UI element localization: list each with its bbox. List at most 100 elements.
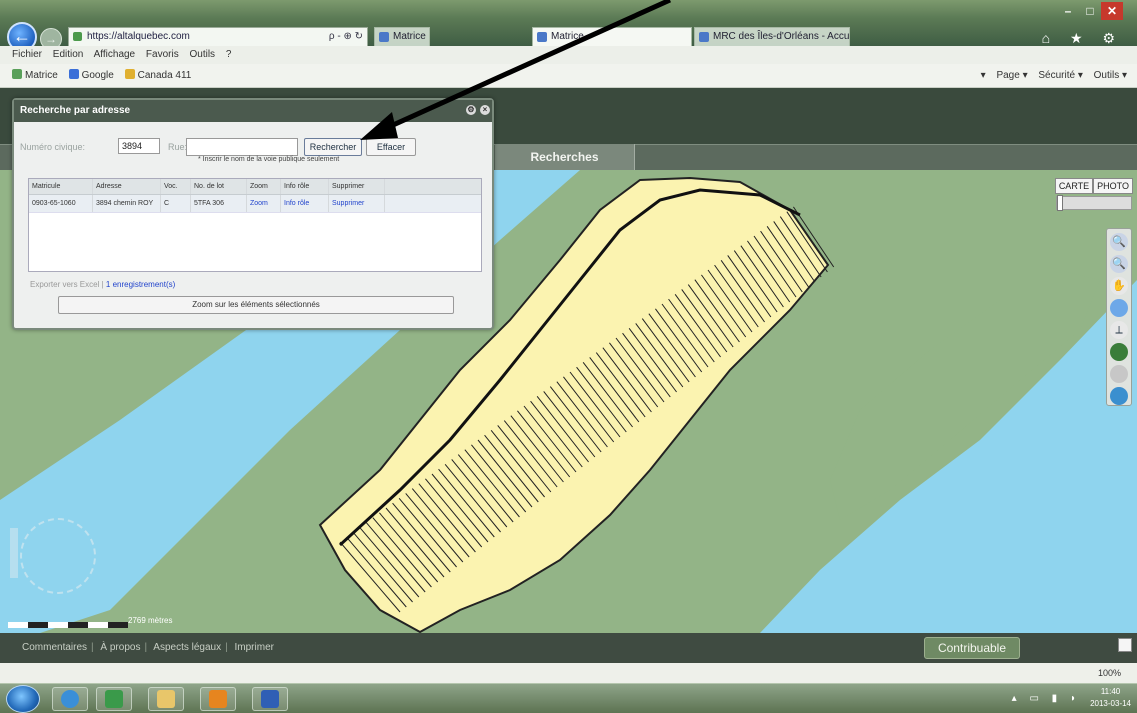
fullscreen-icon[interactable] [1118, 638, 1132, 652]
col-adresse[interactable]: Adresse [93, 179, 161, 194]
taskbar-outlook[interactable] [200, 687, 236, 711]
results-table: Matricule Adresse Voc. No. de lot Zoom I… [28, 178, 482, 272]
panel-footer: Exporter vers Excel | 1 enregistrement(s… [30, 280, 176, 289]
civic-number-input[interactable]: 3894 [118, 138, 160, 154]
menu-affichage[interactable]: Affichage [94, 49, 136, 60]
cmd-page[interactable]: Page ▾ [996, 70, 1027, 81]
street-input[interactable] [186, 138, 298, 156]
minimize-button[interactable]: – [1057, 2, 1079, 20]
taskbar-word[interactable] [252, 687, 288, 711]
close-button[interactable]: ✕ [1101, 2, 1123, 20]
scale-label: 2769 mètres [128, 616, 173, 625]
pan-compass-icon[interactable] [20, 518, 96, 594]
address-text: https://altalquebec.com [87, 31, 190, 42]
river-right [760, 280, 1137, 633]
menubar: Fichier Edition Affichage Favoris Outils… [0, 46, 1137, 64]
map-type-carte-button[interactable]: CARTE [1054, 178, 1094, 194]
window-controls: – □ ✕ [1057, 2, 1127, 22]
col-voc[interactable]: Voc. [161, 179, 191, 194]
taskbar-explorer[interactable] [148, 687, 184, 711]
scale-bar [8, 619, 128, 628]
table-row[interactable]: 0903-65-1060 3894 chemin ROY C 5TFA 306 … [29, 195, 481, 213]
slider-handle[interactable] [1057, 195, 1063, 211]
pan-hand-icon[interactable]: ✋ [1110, 277, 1128, 295]
col-info-role[interactable]: Info rôle [281, 179, 329, 194]
start-button[interactable] [6, 685, 40, 713]
zoom-out-icon[interactable]: 🔍 [1110, 255, 1128, 273]
command-bar: ▾ Page ▾ Sécurité ▾ Outils ▾ [973, 64, 1127, 88]
favorite-icon [68, 69, 79, 79]
tab-matrice-1[interactable]: Matrice [374, 27, 430, 47]
zoom-selection-button[interactable]: Zoom sur les éléments sélectionnés [58, 296, 454, 314]
map-type-switch: CARTE PHOTO [1054, 178, 1133, 194]
favorites-bar: Matrice Google Canada 411 ▾ Page ▾ Sécur… [0, 64, 1137, 88]
cmd-home[interactable]: ▾ [981, 70, 986, 81]
favorite-google[interactable]: Google [68, 69, 114, 81]
cmd-outils[interactable]: Outils ▾ [1094, 70, 1127, 81]
taskbar-ie[interactable] [52, 687, 88, 711]
footer-link-imprimer[interactable]: Imprimer [235, 642, 274, 653]
ie-icon [61, 690, 79, 708]
menu-help[interactable]: ? [226, 49, 232, 60]
cmd-securite[interactable]: Sécurité ▾ [1038, 70, 1082, 81]
taskbar-app[interactable] [96, 687, 132, 711]
tab-favicon-icon [699, 32, 709, 42]
effacer-button[interactable]: Effacer [366, 138, 416, 156]
zoom-in-icon[interactable]: 🔍 [1110, 233, 1128, 251]
info-icon[interactable] [1110, 365, 1128, 383]
cell-matricule: 0903-65-1060 [29, 195, 93, 212]
outlook-icon [209, 690, 227, 708]
zoom-slider[interactable] [10, 528, 18, 578]
col-supprimer[interactable]: Supprimer [329, 179, 385, 194]
map-type-photo-button[interactable]: PHOTO [1093, 178, 1133, 194]
record-count: 1 enregistrement(s) [105, 280, 176, 289]
rechercher-button[interactable]: Rechercher [304, 138, 362, 156]
tab-matrice-2[interactable]: Matrice [532, 27, 692, 47]
home-favorites-tools-icons[interactable]: ⌂ ★ ⚙ [1042, 30, 1123, 47]
supprimer-link[interactable]: Supprimer [329, 195, 385, 212]
earth-icon[interactable] [1110, 387, 1128, 405]
favorite-matrice[interactable]: Matrice [12, 69, 58, 81]
zoom-level[interactable]: 100% [1098, 663, 1121, 683]
menu-favoris[interactable]: Favoris [146, 49, 179, 60]
menu-edition[interactable]: Edition [53, 49, 84, 60]
status-bar: 100% [0, 663, 1137, 683]
search-hint: * Inscrir le nom de la voie publique seu… [198, 156, 340, 163]
footer-link-commentaires[interactable]: Commentaires [22, 642, 87, 653]
col-lot[interactable]: No. de lot [191, 179, 247, 194]
zoom-link[interactable]: Zoom [247, 195, 281, 212]
cell-adresse: 3894 chemin ROY [93, 195, 161, 212]
panel-title: Recherche par adresse [20, 105, 131, 116]
tab-recherches[interactable]: Recherches [495, 144, 635, 170]
address-tools[interactable]: ρ - ⊕ ↻ [329, 28, 363, 46]
clock[interactable]: 11:40 2013-03-14 [1090, 686, 1131, 710]
word-icon [261, 690, 279, 708]
site-icon [73, 32, 82, 41]
footer-link-aspects-legaux[interactable]: Aspects légaux [153, 642, 221, 653]
footer-link-apropos[interactable]: À propos [100, 642, 140, 653]
measure-icon[interactable]: ⟂ [1110, 321, 1128, 339]
address-bar[interactable]: https://altalquebec.com ρ - ⊕ ↻ [68, 27, 368, 47]
contribuable-button[interactable]: Contribuable [924, 637, 1020, 659]
panel-header: Recherche par adresse ⚙ × [14, 100, 492, 122]
opacity-slider[interactable] [1056, 195, 1132, 211]
panel-settings-icon[interactable]: ⚙ [466, 105, 476, 115]
search-by-address-panel: Recherche par adresse ⚙ × Numéro civique… [12, 98, 494, 330]
favorite-icon [124, 69, 135, 79]
menu-outils[interactable]: Outils [189, 49, 215, 60]
panel-close-icon[interactable]: × [480, 105, 490, 115]
col-matricule[interactable]: Matricule [29, 179, 93, 194]
cell-lot: 5TFA 306 [191, 195, 247, 212]
maximize-button[interactable]: □ [1079, 2, 1101, 20]
export-excel-link[interactable]: Exporter vers Excel [30, 280, 99, 289]
favorite-canada411[interactable]: Canada 411 [124, 69, 191, 81]
col-zoom[interactable]: Zoom [247, 179, 281, 194]
tab-mrc[interactable]: MRC des Îles-d'Orléans - Accueil [694, 27, 850, 47]
cell-voc: C [161, 195, 191, 212]
clock-time: 11:40 [1100, 687, 1121, 696]
menu-fichier[interactable]: Fichier [12, 49, 42, 60]
select-icon[interactable] [1110, 299, 1128, 317]
info-role-link[interactable]: Info rôle [281, 195, 329, 212]
system-tray[interactable]: ▴ ▭ ▮ ◗ [1012, 693, 1081, 704]
globe-icon[interactable] [1110, 343, 1128, 361]
